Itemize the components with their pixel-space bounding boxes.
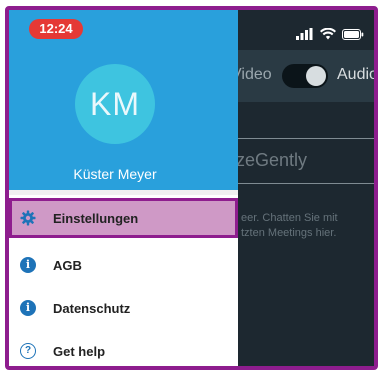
- empty-hint-line-2: tzten Meetings hier.: [241, 227, 337, 239]
- drawer-divider: [9, 190, 238, 195]
- drawer-header: 12:24 KM Küster Meyer: [9, 10, 238, 190]
- audio-mode-label[interactable]: Audio: [337, 66, 374, 84]
- menu-item-agb[interactable]: i AGB: [9, 245, 238, 285]
- info-icon: i: [19, 299, 37, 317]
- avatar[interactable]: KM: [75, 64, 155, 144]
- empty-meetings-hint: eer. Chatten Sie mit tzten Meetings hier…: [241, 211, 374, 241]
- navigation-drawer: 12:24 KM Küster Meyer Einstellungen i AG…: [9, 10, 238, 366]
- status-time: 12:24: [29, 19, 83, 39]
- menu-item-label: Get help: [53, 343, 106, 359]
- screenshot-frame: Video Audio zeGently eer. Chatten Sie mi…: [5, 6, 378, 370]
- help-icon: ?: [19, 342, 37, 360]
- gear-icon: [19, 209, 37, 227]
- info-icon: i: [19, 256, 37, 274]
- menu-item-label: Einstellungen: [53, 210, 139, 226]
- empty-hint-line-1: eer. Chatten Sie mit: [241, 212, 338, 224]
- video-audio-toggle[interactable]: [282, 64, 328, 88]
- menu-item-get-help[interactable]: ? Get help: [9, 331, 238, 366]
- wifi-icon: [320, 27, 336, 45]
- menu-item-label: AGB: [53, 257, 82, 273]
- menu-item-einstellungen[interactable]: Einstellungen: [9, 198, 238, 238]
- menu-item-label: Datenschutz: [53, 300, 131, 316]
- status-icons: [296, 27, 364, 45]
- menu-item-datenschutz[interactable]: i Datenschutz: [9, 288, 238, 328]
- signal-icon: [296, 27, 314, 45]
- user-name: Küster Meyer: [73, 166, 157, 182]
- toggle-knob: [306, 66, 326, 86]
- battery-icon: [342, 27, 364, 45]
